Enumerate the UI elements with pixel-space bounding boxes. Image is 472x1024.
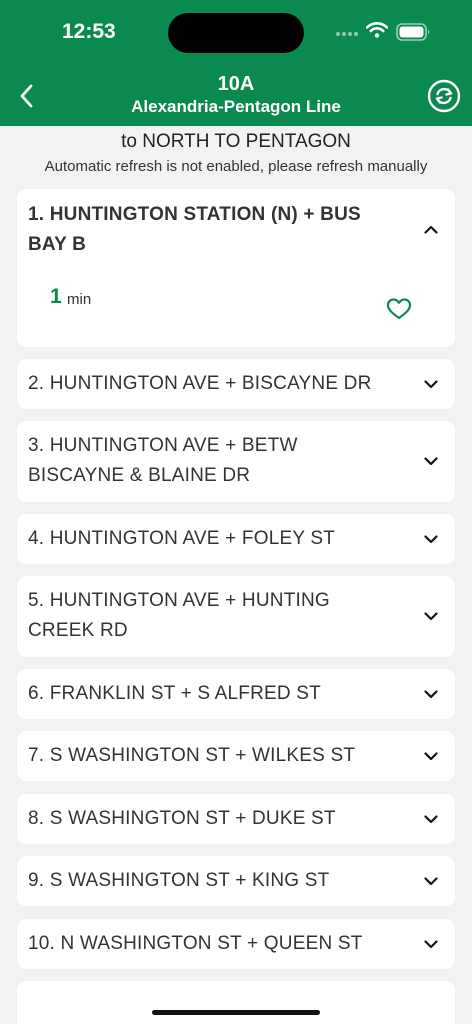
chevron-down-icon [424,689,438,698]
chevron-left-icon [20,84,33,108]
expand-button[interactable] [421,934,441,954]
chevron-down-icon [424,814,438,823]
back-button[interactable] [10,78,42,114]
stop-card[interactable]: 10. N WASHINGTON ST + QUEEN ST [17,919,455,969]
status-time: 12:53 [62,20,116,43]
stop-card[interactable]: 7. S WASHINGTON ST + WILKES ST [17,731,455,781]
battery-icon [396,23,430,41]
expand-button[interactable] [421,684,441,704]
stop-card[interactable]: 9. S WASHINGTON ST + KING ST [17,856,455,906]
route-name: Alexandria-Pentagon Line [131,97,341,116]
collapse-button[interactable] [421,219,441,239]
chevron-down-icon [424,534,438,543]
home-indicator[interactable] [152,1010,320,1015]
route-number: 10A [217,73,255,95]
stop-name: 3. HUNTINGTON AVE + BETW BISCAYNE & BLAI… [28,435,298,486]
stop-card[interactable]: 6. FRANKLIN ST + S ALFRED ST [17,669,455,719]
status-bar: 12:53 [0,0,472,62]
stop-name: 9. S WASHINGTON ST + KING ST [28,870,330,891]
wifi-icon [366,22,388,38]
chevron-up-icon [424,225,438,234]
stop-card[interactable]: 4. HUNTINGTON AVE + FOLEY ST [17,514,455,564]
stop-name: 6. FRANKLIN ST + S ALFRED ST [28,683,321,704]
refresh-button[interactable] [424,76,464,116]
stop-name: 1. HUNTINGTON STATION (N) + BUS BAY B [28,204,361,255]
expand-button[interactable] [421,529,441,549]
stop-name: 10. N WASHINGTON ST + QUEEN ST [28,933,363,954]
direction-label: to NORTH TO PENTAGON [121,131,351,152]
stop-name: 7. S WASHINGTON ST + WILKES ST [28,745,356,766]
nav-bar: 10A Alexandria-Pentagon Line [0,62,472,126]
stop-card-partial[interactable] [17,981,455,1024]
chevron-down-icon [424,611,438,620]
stop-card[interactable]: 3. HUNTINGTON AVE + BETW BISCAYNE & BLAI… [17,421,455,502]
expand-button[interactable] [421,451,441,471]
expand-button[interactable] [421,746,441,766]
stop-name: 5. HUNTINGTON AVE + HUNTING CREEK RD [28,590,330,641]
chevron-down-icon [424,456,438,465]
chevron-down-icon [424,876,438,885]
stop-name: 2. HUNTINGTON AVE + BISCAYNE DR [28,373,372,394]
refresh-notice: Automatic refresh is not enabled, please… [44,158,428,175]
dynamic-island [168,13,304,53]
heart-outline-icon[interactable] [386,297,412,321]
stop-card-expanded[interactable]: 1. HUNTINGTON STATION (N) + BUS BAY B 1 … [17,189,455,347]
stop-card[interactable]: 5. HUNTINGTON AVE + HUNTING CREEK RD [17,576,455,657]
eta-value: 1 [50,285,62,308]
stop-card[interactable]: 8. S WASHINGTON ST + DUKE ST [17,794,455,844]
expand-button[interactable] [421,871,441,891]
expand-button[interactable] [421,374,441,394]
refresh-cycle-icon [427,79,461,113]
app-header: 12:53 10A Alexandria-Pentagon Line [0,0,472,126]
eta-unit: min [67,291,92,308]
nav-title: 10A Alexandria-Pentagon Line [80,72,392,118]
expand-button[interactable] [421,809,441,829]
chevron-down-icon [424,939,438,948]
chevron-down-icon [424,751,438,760]
stop-card[interactable]: 2. HUNTINGTON AVE + BISCAYNE DR [17,359,455,409]
expand-button[interactable] [421,606,441,626]
chevron-down-icon [424,379,438,388]
stop-name: 4. HUNTINGTON AVE + FOLEY ST [28,528,336,549]
stop-name: 8. S WASHINGTON ST + DUKE ST [28,808,336,829]
